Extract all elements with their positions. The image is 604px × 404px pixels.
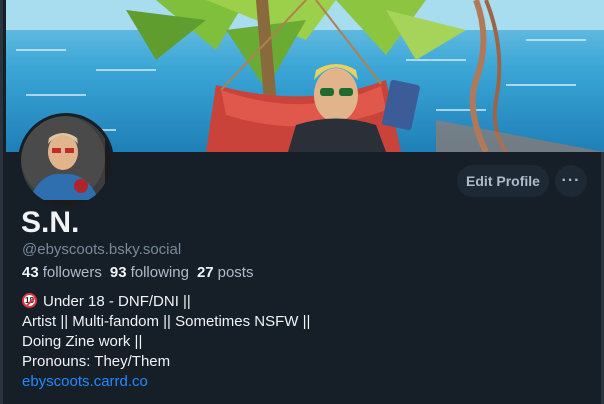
followers-label: followers (42, 264, 102, 281)
followers-stat[interactable]: 43 followers (22, 264, 102, 281)
profile-handle: @ebyscoots.bsky.social (22, 241, 182, 258)
bio-link[interactable]: ebyscoots.carrd.co (22, 372, 310, 392)
more-options-button[interactable]: ··· (555, 165, 587, 197)
avatar[interactable] (18, 113, 114, 209)
bio-line-2: Artist || Multi-fandom || Sometimes NSFW… (22, 313, 311, 330)
display-name: S.N. (21, 206, 80, 239)
following-stat[interactable]: 93 following (110, 264, 189, 281)
no-under-18-icon: 18 (22, 293, 37, 308)
bio-line-1: 18 Under 18 - DNF/DNI || (22, 292, 310, 312)
edit-profile-button[interactable]: Edit Profile (457, 165, 549, 197)
bio-line-4: Pronouns: They/Them (22, 353, 171, 370)
posts-stat: 27 posts (197, 264, 254, 281)
followers-count: 43 (22, 264, 39, 281)
profile-stats: 43 followers 93 following 27 posts (22, 264, 253, 281)
posts-count: 27 (196, 264, 214, 281)
following-count: 93 (109, 264, 127, 281)
profile-bio: 18 Under 18 - DNF/DNI || Artist || Multi-… (22, 292, 310, 392)
posts-label: posts (217, 264, 254, 281)
profile-header: Edit Profile ··· S.N. @ebyscoots.bsky.so… (0, 0, 604, 404)
bio-line-1-text: Under 18 - DNF/DNI || (43, 293, 191, 310)
following-label: following (130, 264, 189, 281)
bio-line-3: Doing Zine work || (22, 333, 143, 350)
more-options-icon: ··· (561, 172, 581, 189)
